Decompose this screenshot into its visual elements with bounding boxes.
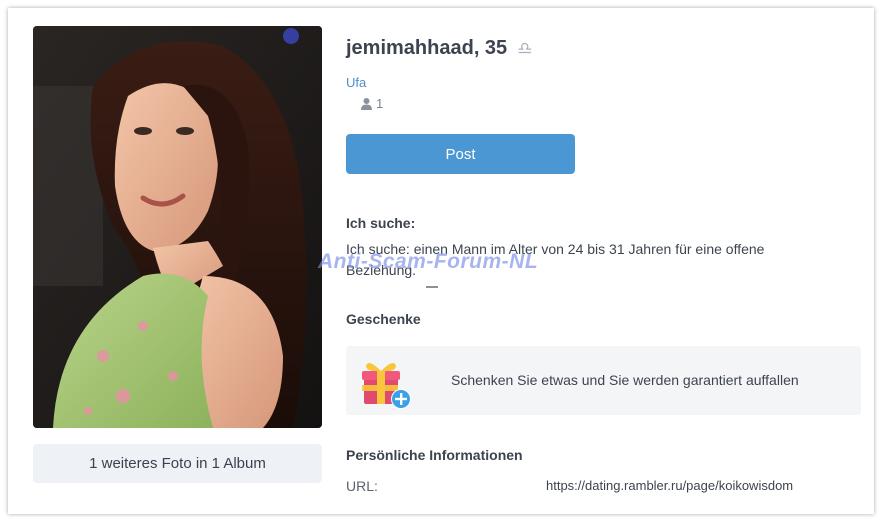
post-button[interactable]: Post [346, 134, 575, 174]
profile-name-age: jemimahhaad, 35 [346, 37, 508, 59]
info-url-value[interactable]: https://dating.rambler.ru/page/koikowisd… [546, 478, 793, 493]
gift-plus-icon [362, 362, 411, 409]
person-icon [361, 97, 372, 110]
info-url-label: URL: [346, 478, 378, 494]
gifts-title: Geschenke [346, 311, 421, 327]
profile-photo-image [33, 26, 322, 428]
personal-info-title: Persönliche Informationen [346, 447, 523, 463]
send-gift-label: Schenken Sie etwas und Sie werden garant… [451, 372, 799, 388]
search-title: Ich suche: [346, 215, 416, 231]
more-photos-button[interactable]: 1 weiteres Foto in 1 Album [33, 444, 322, 483]
search-description: Ich suche: einen Mann im Alter von 24 bi… [346, 241, 765, 278]
profile-header: jemimahhaad, 35 ♎︎ [346, 37, 532, 60]
more-photos-label: 1 weiteres Foto in 1 Album [89, 455, 266, 472]
libra-icon: ♎︎ [517, 38, 533, 58]
profile-city[interactable]: Ufa [346, 75, 366, 90]
photo-counter: 1 [361, 96, 383, 111]
divider [426, 286, 438, 288]
send-gift-banner[interactable]: Schenken Sie etwas und Sie werden garant… [346, 346, 861, 415]
photo-counter-value: 1 [376, 96, 384, 111]
profile-photo[interactable] [33, 26, 322, 428]
